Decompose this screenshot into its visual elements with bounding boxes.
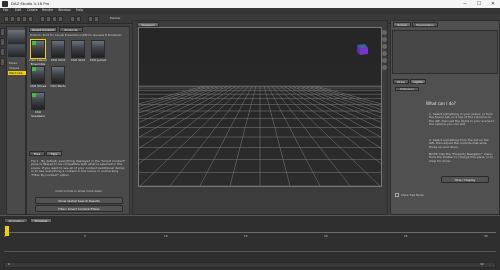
- tab-timeline[interactable]: Timeline: [30, 218, 52, 223]
- menu-render[interactable]: Render: [42, 8, 53, 13]
- thumbnail-shirt[interactable]: [51, 40, 65, 58]
- tab-products[interactable]: Products: [59, 27, 83, 32]
- view-cube[interactable]: [355, 42, 369, 56]
- viewport[interactable]: [138, 27, 382, 187]
- timeline-ruler: [4, 232, 496, 233]
- reset-icon[interactable]: [382, 58, 387, 63]
- thumbnail-skirt[interactable]: [71, 40, 85, 58]
- ruler-label-3: 15: [244, 234, 248, 238]
- ruler-label-5: 25: [404, 234, 408, 238]
- smart-content-icon[interactable]: [0, 38, 5, 46]
- hide-display-button[interactable]: Hide / Display: [441, 176, 489, 183]
- thumbnail-label-4: CSO Shoes: [29, 84, 47, 88]
- playhead[interactable]: [5, 226, 9, 236]
- new-scene-icon[interactable]: [4, 16, 9, 22]
- save-icon[interactable]: [16, 16, 21, 22]
- show-global-results-button[interactable]: Show Global Search Results: [35, 197, 123, 204]
- thumbnail-label-2: CSO Skirt: [70, 58, 86, 62]
- thumbnail-label-6: CSO Sneakers: [31, 110, 45, 118]
- undo-icon[interactable]: [22, 16, 27, 22]
- frame-icon[interactable]: [382, 51, 387, 56]
- frame-start: 0: [8, 262, 10, 266]
- ruler-label-4: 20: [324, 234, 328, 238]
- grid-floor: [139, 28, 381, 186]
- category-thumbnail-2[interactable]: [8, 45, 25, 57]
- minimize-button[interactable]: ─: [458, 0, 472, 8]
- category-wardrobe[interactable]: Wardrobe: [9, 71, 22, 75]
- scene-list: [392, 30, 498, 74]
- preference-dropdown[interactable]: Preference: [395, 87, 419, 91]
- guide-step-1: 1. Select something in your scene, or fr…: [429, 112, 495, 127]
- tab-parameters[interactable]: Parameters: [412, 22, 438, 27]
- thumbnail-label-3: CSO Jacket: [89, 58, 107, 62]
- tab-tips[interactable]: Tips: [46, 151, 62, 156]
- viewport-side-tools: [382, 30, 388, 75]
- ruler-label-6: 30: [484, 234, 488, 238]
- menu-file[interactable]: File: [3, 8, 8, 13]
- tool-settings-icon[interactable]: [0, 58, 5, 66]
- menu-create[interactable]: Create: [27, 8, 38, 13]
- content-library-icon[interactable]: [0, 28, 5, 36]
- zoom-icon[interactable]: [382, 30, 387, 35]
- tips-mode-label: Show Tips Mode: [401, 192, 424, 197]
- menu-window[interactable]: Window: [58, 8, 71, 13]
- window-title: DAZ Studio 4.16 Pro: [11, 0, 50, 6]
- timeline-panel: Animation Timeline 0 5 10 15 20 25 30 0 …: [0, 215, 500, 270]
- timeline-controls: [4, 262, 496, 268]
- title-bar: DAZ Studio 4.16 Pro ─ ☐ ✕: [0, 0, 500, 8]
- maximize-button[interactable]: ☐: [472, 0, 486, 8]
- filter-button[interactable]: Filter: Smart Content Filters: [35, 205, 123, 212]
- camera-icon[interactable]: [88, 16, 93, 22]
- ruler-label-1: 5: [84, 234, 86, 238]
- guide-note: NOTE: Use the "Property Navigator" menu …: [429, 152, 494, 163]
- light-icon[interactable]: [94, 16, 99, 22]
- close-button[interactable]: ✕: [486, 0, 500, 8]
- redo-icon[interactable]: [28, 16, 33, 22]
- product-title: Product: Shirt for Casual Ensemble Outfi…: [30, 34, 122, 37]
- menu-edit[interactable]: Edit: [15, 8, 21, 13]
- right-panel: Scene Parameters Draw Lights Preference …: [390, 20, 500, 215]
- timeline-track: [4, 251, 496, 252]
- category-shapes[interactable]: Shapes: [9, 66, 19, 70]
- render-settings-icon[interactable]: [76, 16, 81, 22]
- tab-files[interactable]: Files: [29, 151, 45, 156]
- guide-step-2: 2. Select something from the list on the…: [429, 138, 489, 149]
- thumbnail-sneakers[interactable]: [31, 92, 45, 110]
- scale-tool-icon[interactable]: [58, 16, 63, 22]
- render-icon[interactable]: [70, 16, 75, 22]
- move-tool-icon[interactable]: [46, 16, 51, 22]
- thumbnail-pants[interactable]: [51, 66, 65, 84]
- camera-icon[interactable]: [382, 65, 387, 70]
- category-sidebar: Poses Shapes Wardrobe: [6, 26, 26, 215]
- thumbnail-label-1: CSO Shirt: [50, 58, 66, 62]
- thumbnail-jacket[interactable]: [91, 40, 105, 58]
- scene-icon[interactable]: [0, 48, 5, 56]
- category-thumbnail[interactable]: [8, 30, 25, 44]
- toolbar-mode-label: Pointer: [110, 15, 121, 20]
- tips-mode-checkbox[interactable]: [395, 193, 399, 197]
- tab-animation[interactable]: Animation: [4, 218, 28, 223]
- tip-text: Tip 1 - By default, everything displayed…: [31, 159, 126, 177]
- category-poses[interactable]: Poses: [9, 61, 17, 65]
- guide-title: What can I do?: [426, 101, 456, 106]
- ruler-label-2: 10: [164, 234, 168, 238]
- thumbnail-casual-ensemble[interactable]: [30, 39, 46, 59]
- frame-end: 30: [480, 262, 484, 266]
- content-panel: Smart Content Products Product: Shirt fo…: [26, 26, 130, 215]
- info-line: (Click to hide or show more data): [55, 189, 102, 193]
- pan-icon[interactable]: [382, 37, 387, 42]
- thumbnail-shoes[interactable]: [31, 66, 45, 84]
- pointer-tool-icon[interactable]: [40, 16, 45, 22]
- thumbnail-label-5: CSO Pants: [50, 84, 66, 88]
- open-icon[interactable]: [10, 16, 15, 22]
- tab-smart-content[interactable]: Smart Content: [29, 27, 57, 32]
- rotate-tool-icon[interactable]: [52, 16, 57, 22]
- tab-lights[interactable]: Lights: [410, 79, 426, 84]
- tab-scene[interactable]: Scene: [393, 22, 411, 27]
- orbit-icon[interactable]: [382, 44, 387, 49]
- menu-help[interactable]: Help: [76, 8, 83, 13]
- app-icon: [2, 1, 8, 7]
- view-cube-icon: [357, 44, 368, 55]
- tab-draw[interactable]: Draw: [393, 79, 409, 84]
